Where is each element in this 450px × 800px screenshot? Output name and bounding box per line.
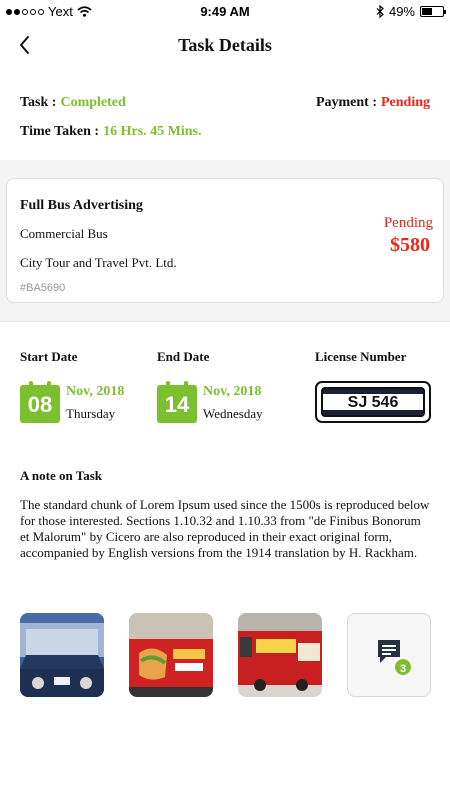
bus-ad-photo-thumbnail[interactable] xyxy=(129,613,213,697)
page-title: Task Details xyxy=(178,35,272,55)
license-plate: SJ 546 xyxy=(315,381,431,423)
task-status-value: Completed xyxy=(60,95,126,110)
end-day: 14 xyxy=(157,385,197,423)
battery-percent: 49% xyxy=(388,4,415,19)
end-weekday: Wednesday xyxy=(203,406,263,421)
end-date-label: End Date xyxy=(157,349,210,364)
company-name: City Tour and Travel Pvt. Ltd. xyxy=(20,255,177,270)
comments-button[interactable]: 3 xyxy=(347,613,431,697)
task-status-label: Task : xyxy=(20,95,57,110)
start-date-label: Start Date xyxy=(20,349,78,364)
end-calendar-icon: 14 xyxy=(157,381,197,423)
task-status-row: Task : Completed xyxy=(20,93,126,111)
task-card[interactable]: Full Bus Advertising Commercial Bus City… xyxy=(6,178,444,303)
payment-status-label: Payment : xyxy=(315,95,377,110)
start-day: 08 xyxy=(20,385,60,423)
bus-ad-photo-image xyxy=(129,613,213,697)
start-month: Nov, 2018 xyxy=(66,384,125,399)
start-weekday: Thursday xyxy=(66,406,116,421)
bluetooth-icon xyxy=(376,5,384,18)
payment-status-value: Pending xyxy=(380,95,430,110)
payment-status-row: Payment : Pending xyxy=(316,93,430,111)
task-price: $580 xyxy=(390,234,430,256)
end-month: Nov, 2018 xyxy=(203,384,262,399)
battery-level xyxy=(422,8,432,15)
license-number-label: License Number xyxy=(315,349,407,364)
task-summary: Task : Completed Payment : Pending Time … xyxy=(0,70,450,160)
battery-icon xyxy=(420,6,446,17)
card-payment-status: Pending xyxy=(383,215,433,231)
status-bar: Yext 9:49 AM 49% xyxy=(0,0,450,22)
navigation-bar: Task Details xyxy=(0,22,450,70)
start-calendar-icon: 08 xyxy=(20,381,60,423)
bus-side-photo-thumbnail[interactable] xyxy=(238,613,322,697)
license-number: SJ 546 xyxy=(347,394,399,411)
task-id: #BA5690 xyxy=(20,282,66,294)
time-taken-label: Time Taken : xyxy=(20,124,100,139)
bus-side-photo-image xyxy=(238,613,322,697)
time-taken-row: Time Taken : 16 Hrs. 45 Mins. xyxy=(20,122,202,140)
task-card-title: Full Bus Advertising xyxy=(20,198,143,213)
bus-photo-thumbnail[interactable] xyxy=(20,613,104,697)
system-icons: 49% xyxy=(376,4,446,19)
bus-photo-image xyxy=(20,613,104,697)
comment-count-badge: 3 xyxy=(393,657,413,677)
note-title: A note on Task xyxy=(20,468,103,483)
time-taken-value: 16 Hrs. 45 Mins. xyxy=(103,124,202,139)
note-body: The standard chunk of Lorem Ipsum used s… xyxy=(20,497,430,560)
vehicle-type: Commercial Bus xyxy=(20,226,108,241)
